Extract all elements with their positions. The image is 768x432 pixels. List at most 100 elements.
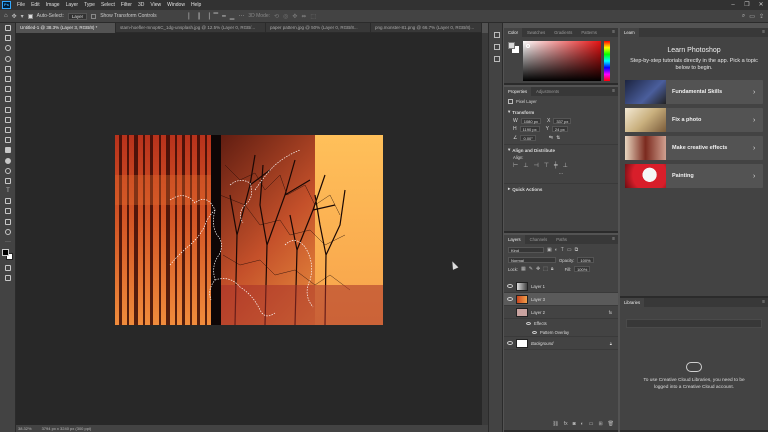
lock-position-icon[interactable]: ✥ [536,266,540,272]
menu-image[interactable]: Image [43,2,63,8]
eraser-tool[interactable] [0,135,16,145]
search-icon[interactable]: ⌕ [742,13,745,20]
zoom-level[interactable]: 38.32% [18,426,32,431]
opacity-field[interactable]: 100% [577,257,594,263]
lock-all-icon[interactable]: 🔒︎ [551,266,554,272]
blend-mode-dropdown[interactable]: Normal [508,257,556,263]
x-field[interactable]: 337 px [553,118,572,124]
brush-tool[interactable] [0,105,16,115]
new-group-icon[interactable]: ▭ [589,421,594,427]
layer-row-layer-1[interactable]: Layer 1 [504,280,618,293]
history-brush-tool[interactable] [0,125,16,135]
tab-swatches[interactable]: Swatches [523,28,549,37]
foreground-color-chip[interactable] [508,42,515,49]
visibility-eye-icon[interactable] [507,297,513,301]
visibility-eye-icon[interactable] [526,322,531,325]
panel-menu-icon[interactable]: ≡ [612,87,615,96]
tab-properties[interactable]: Properties [504,87,532,96]
menu-file[interactable]: File [14,2,28,8]
color-swatches[interactable] [0,247,16,263]
fill-field[interactable]: 100% [574,266,591,272]
lock-artboard-icon[interactable]: ⬚ [543,266,548,272]
link-layers-icon[interactable]: ⛓ [552,421,558,427]
filter-smart-object-icon[interactable]: ⧉ [575,247,579,253]
tab-channels[interactable]: Channels [526,235,552,244]
menu-window[interactable]: Window [164,2,188,8]
panel-menu-icon[interactable]: ≡ [612,28,615,37]
align-middle-icon[interactable]: ━ [222,13,226,20]
share-icon[interactable]: ⇪ [759,13,764,20]
history-panel-button[interactable] [489,29,504,41]
hue-slider[interactable] [604,41,610,81]
align-center-icon[interactable]: ┃ [197,13,201,20]
auto-select-checkbox[interactable] [27,13,33,19]
align-bottom-icon[interactable]: ▁ [230,13,235,20]
new-layer-icon[interactable]: ⊞ [598,421,602,427]
tab-untitled-1[interactable]: Untitled-1 @ 38.3% (Layer 3, RGB/8) * [16,23,116,33]
pen-tool[interactable] [0,176,16,186]
add-style-icon[interactable]: fx [564,421,568,427]
tab-paths[interactable]: Paths [552,235,571,244]
tab-layers[interactable]: Layers [504,235,525,244]
menu-layer[interactable]: Layer [63,2,82,8]
visibility-eye-icon[interactable] [532,330,537,334]
chevron-down-icon[interactable]: ▾ [21,13,24,20]
filter-shape-icon[interactable]: ▭ [567,247,572,253]
auto-select-dropdown[interactable]: Layer [67,12,88,20]
color-field[interactable] [523,41,601,81]
align-top-edges-icon[interactable]: ⊤ [544,162,549,169]
visibility-eye-icon[interactable] [507,341,513,345]
quick-mask-tool[interactable] [0,263,16,273]
flip-horizontal-icon[interactable]: ⇋ [549,135,553,141]
menu-type[interactable]: Type [81,2,98,8]
blur-tool[interactable] [0,155,16,165]
layer-effects-row[interactable]: Effects [504,319,618,328]
topic-fix-a-photo[interactable]: Fix a photo › [625,108,763,132]
align-section-header[interactable]: ▾ Align and Distribute [504,144,618,155]
width-field[interactable]: 1080 px [520,118,541,124]
topic-fundamental-skills[interactable]: Fundamental Skills › [625,80,763,104]
rectangle-tool[interactable] [0,206,16,216]
lock-transparent-icon[interactable]: ▦ [521,266,526,272]
angle-field[interactable]: 0.00° [520,135,536,141]
minimize-icon[interactable]: – [726,0,740,10]
fx-icon[interactable]: fx [609,310,612,315]
brush-settings-button[interactable] [489,41,504,53]
marquee-tool[interactable] [0,33,16,43]
more-align-options-icon[interactable]: ··· [504,171,618,177]
quick-select-tool[interactable] [0,54,16,64]
move-tool-icon[interactable]: ✥ [12,13,17,20]
foreground-color-swatch[interactable] [2,249,9,257]
menu-filter[interactable]: Filter [118,2,135,8]
zoom-tool[interactable] [0,227,16,237]
move-tool[interactable] [0,23,16,33]
menu-edit[interactable]: Edit [28,2,43,8]
tab-adjustments[interactable]: Adjustments [532,87,563,96]
gradient-tool[interactable] [0,145,16,155]
close-icon[interactable]: ✕ [754,0,768,10]
lasso-tool[interactable] [0,43,16,53]
visibility-eye-icon[interactable] [507,284,513,288]
crop-tool[interactable] [0,64,16,74]
align-right-edges-icon[interactable]: ⊣ [533,162,538,169]
workspace-icon[interactable]: ▭ [749,13,755,20]
tab-libraries[interactable]: Libraries [620,298,645,307]
flip-vertical-icon[interactable]: ⇅ [556,135,560,141]
filter-kind-dropdown[interactable]: Kind [508,247,544,253]
path-select-tool[interactable] [0,196,16,206]
filter-type-icon[interactable]: T [561,247,564,253]
tab-color[interactable]: Color [504,28,523,37]
add-mask-icon[interactable]: ◙ [573,421,576,427]
home-icon[interactable]: ⌂ [4,13,8,19]
menu-help[interactable]: Help [188,2,204,8]
visibility-off-icon[interactable] [507,310,513,314]
adjustments-button[interactable] [489,53,504,65]
3d-scale-icon[interactable]: ⬚ [310,13,316,20]
panel-menu-icon[interactable]: ≡ [612,235,615,244]
3d-slide-icon[interactable]: ⬌ [301,13,306,20]
hand-tool[interactable] [0,217,16,227]
3d-drag-icon[interactable]: ✥ [292,13,297,20]
tab-patterns[interactable]: Patterns [577,28,601,37]
library-search-input[interactable] [626,319,762,328]
height-field[interactable]: 1190 px [519,126,540,132]
